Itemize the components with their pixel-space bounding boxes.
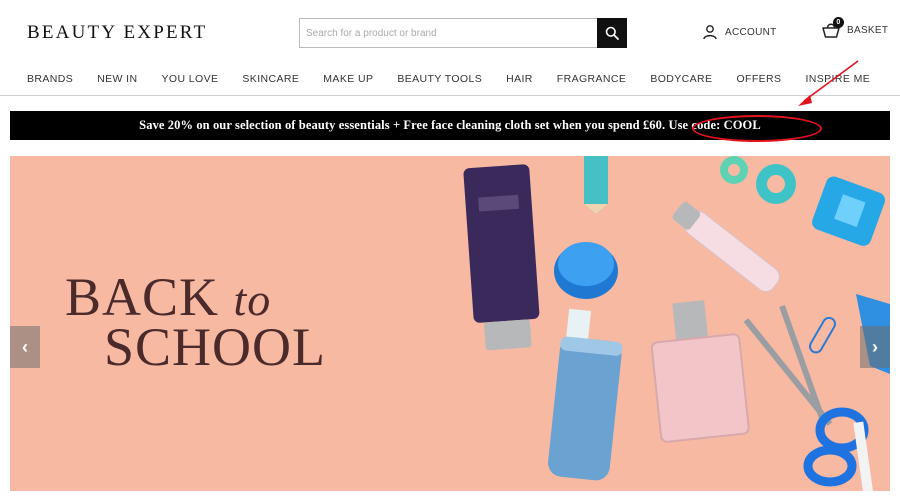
carousel-next-button[interactable]: ›	[860, 326, 890, 368]
carousel-prev-button[interactable]: ‹	[10, 326, 40, 368]
nav-item-make-up[interactable]: MAKE UP	[323, 73, 373, 85]
pencil-illustration	[584, 156, 608, 214]
blue-sharpener	[812, 176, 886, 246]
hero-carousel[interactable]: BACK to SCHOOL ‹ ›	[10, 156, 890, 491]
by-terry-tube	[463, 164, 540, 351]
nav-item-skincare[interactable]: SKINCARE	[242, 73, 299, 85]
site-logo[interactable]: BEAUTY EXPERT	[27, 22, 207, 44]
search-icon	[605, 26, 619, 40]
search-input[interactable]	[299, 18, 597, 48]
nav-list: BRANDS NEW IN YOU LOVE SKINCARE MAKE UP …	[27, 73, 894, 85]
nav-item-bodycare[interactable]: BODYCARE	[650, 73, 712, 85]
main-nav: BRANDS NEW IN YOU LOVE SKINCARE MAKE UP …	[0, 62, 900, 96]
nav-item-brands[interactable]: BRANDS	[27, 73, 73, 85]
nav-item-new-in[interactable]: NEW IN	[97, 73, 137, 85]
basket-count-badge: 0	[833, 17, 844, 28]
account-link[interactable]: ACCOUNT	[702, 24, 777, 40]
basket-label: BASKET	[847, 24, 889, 36]
paperclip-illustration	[809, 316, 836, 354]
nav-item-fragrance[interactable]: FRAGRANCE	[557, 73, 627, 85]
search-bar	[299, 18, 627, 48]
white-pencil-illustration	[853, 421, 873, 491]
account-label: ACCOUNT	[725, 26, 777, 38]
hero-heading-line2: SCHOOL	[104, 317, 327, 377]
promo-banner[interactable]: Save 20% on our selection of beauty esse…	[10, 111, 890, 140]
nav-item-hair[interactable]: HAIR	[506, 73, 533, 85]
philosophy-grace-bottle	[650, 300, 750, 443]
nav-item-you-love[interactable]: YOU LOVE	[162, 73, 219, 85]
user-icon	[703, 25, 717, 40]
nav-item-beauty-tools[interactable]: BEAUTY TOOLS	[397, 73, 482, 85]
nav-item-inspire-me[interactable]: INSPIRE ME	[805, 73, 870, 85]
chevron-right-icon: ›	[872, 336, 878, 357]
tape-rolls	[720, 156, 796, 204]
basket-icon-wrap: 0	[821, 17, 844, 40]
pink-serum-tube	[672, 201, 780, 293]
blue-jar	[554, 242, 618, 299]
nav-item-offers[interactable]: OFFERS	[736, 73, 781, 85]
basket-link[interactable]: 0 BASKET	[821, 17, 889, 40]
chevron-left-icon: ‹	[22, 336, 28, 357]
search-button[interactable]	[597, 18, 627, 48]
algenist-bottle	[548, 308, 623, 481]
scissors-illustration	[743, 304, 869, 487]
site-header: BEAUTY EXPERT ACCOUNT 0 BASKET	[0, 0, 900, 62]
